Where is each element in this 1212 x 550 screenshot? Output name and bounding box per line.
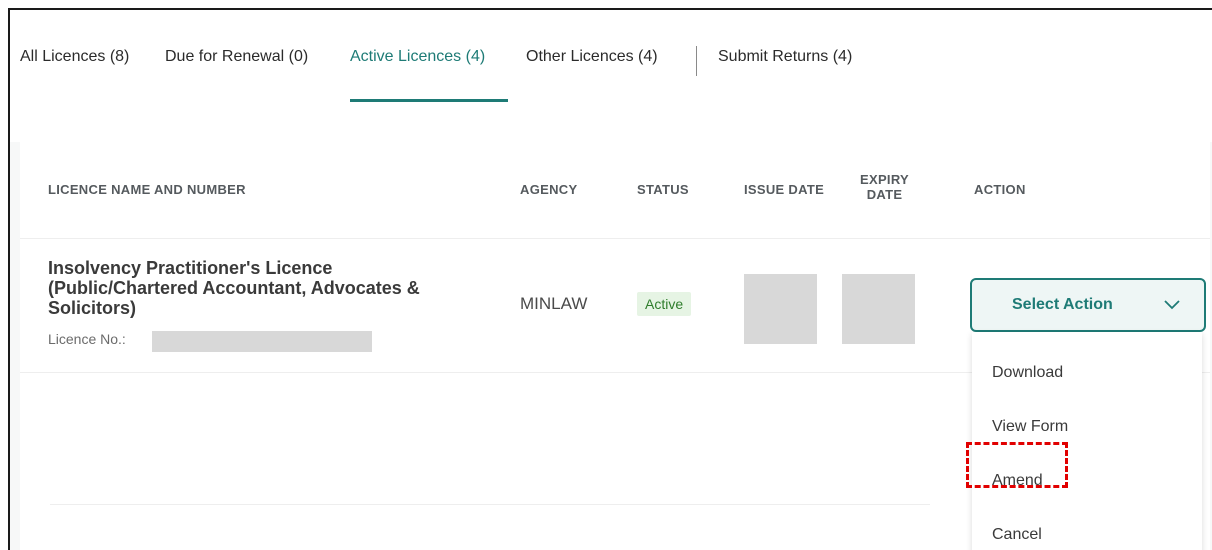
licence-name-line2: (Public/Chartered Accountant, Advocates … [48, 278, 420, 298]
menu-item-view-form[interactable]: View Form [992, 418, 1068, 436]
licence-number-label: Licence No.: [48, 331, 126, 347]
action-menu: Download View Form Amend Cancel [972, 332, 1202, 550]
status-badge: Active [637, 292, 692, 316]
menu-item-cancel[interactable]: Cancel [992, 526, 1042, 544]
table-header: LICENCE NAME AND NUMBER AGENCY STATUS IS… [20, 142, 1210, 239]
tab-submit-returns[interactable]: Submit Returns (4) [718, 48, 852, 66]
row-divider [50, 504, 930, 505]
expiry-date-redacted [842, 274, 915, 344]
chevron-down-icon [1164, 300, 1180, 310]
tab-other-licences[interactable]: Other Licences (4) [526, 48, 658, 66]
menu-item-download[interactable]: Download [992, 364, 1063, 382]
header-status: STATUS [637, 182, 689, 197]
header-expiry-line2: DATE [866, 187, 903, 202]
licence-number-redacted [152, 331, 372, 352]
header-agency: AGENCY [520, 182, 578, 197]
header-licence-name: LICENCE NAME AND NUMBER [48, 182, 246, 197]
licence-name-line1: Insolvency Practitioner's Licence [48, 258, 333, 278]
tab-divider [696, 46, 697, 76]
licence-name: Insolvency Practitioner's Licence (Publi… [48, 258, 498, 318]
header-action: ACTION [974, 182, 1026, 197]
select-action-label: Select Action [1012, 296, 1113, 313]
tab-active-licences[interactable]: Active Licences (4) [350, 48, 485, 66]
header-expiry-date: EXPIRY DATE [860, 172, 909, 202]
tab-bar: All Licences (8) Due for Renewal (0) Act… [10, 10, 1212, 142]
issue-date-redacted [744, 274, 817, 344]
amend-highlight-box [966, 442, 1068, 488]
active-tab-indicator [350, 99, 508, 102]
header-issue-date: ISSUE DATE [744, 182, 825, 197]
tab-due-for-renewal[interactable]: Due for Renewal (0) [165, 48, 308, 66]
select-action-dropdown[interactable]: Select Action [970, 278, 1206, 332]
tab-all-licences[interactable]: All Licences (8) [20, 48, 129, 66]
header-expiry-line1: EXPIRY [860, 172, 910, 187]
licence-name-line3: Solicitors) [48, 298, 137, 318]
agency-value: MINLAW [520, 294, 588, 313]
